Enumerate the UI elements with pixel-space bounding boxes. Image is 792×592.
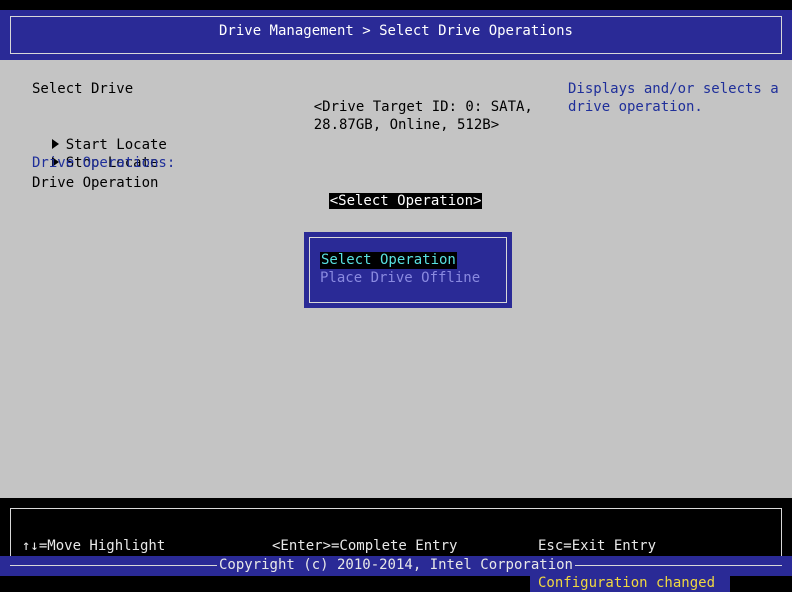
copyright-bar: Copyright (c) 2010-2014, Intel Corporati… [0,556,792,576]
footer-separator [0,498,792,508]
operation-popup: Select Operation Place Drive Offline [304,232,512,308]
popup-option-select-operation[interactable]: Select Operation [320,252,457,269]
popup-option-place-drive-offline[interactable]: Place Drive Offline [320,270,480,287]
drive-value-line2-row: 28.87GB, Online, 512B> [280,98,499,152]
help-text-line2: drive operation. [568,99,703,115]
complete-entry-hint: <Enter>=Complete Entry [272,538,458,554]
top-strip [0,0,792,10]
drive-operation-select[interactable]: <Select Operation> [295,174,483,228]
status-box: Configuration changed [530,575,730,592]
copyright-text: Copyright (c) 2010-2014, Intel Corporati… [216,557,575,573]
status-bar: Configuration changed [0,575,792,592]
exit-entry-hint: Esc=Exit Entry [538,538,657,554]
drive-operations-heading: Drive Operations: [32,155,176,171]
select-drive-label: Select Drive [32,81,134,97]
copyright-row: Copyright (c) 2010-2014, Intel Corporati… [0,557,792,573]
drive-operation-value: <Select Operation> [328,193,483,209]
title-bar: Drive Management > Select Drive Operatio… [0,10,792,60]
page-title: Drive Management > Select Drive Operatio… [218,23,573,39]
move-highlight-hint: ↑↓=Move Highlight [22,538,166,554]
help-text-line1: Displays and/or selects a [568,81,779,97]
drive-value-line2: 28.87GB, Online, 512B> [313,117,500,133]
drive-operation-label: Drive Operation [32,175,159,191]
status-message: Configuration changed [538,575,716,591]
